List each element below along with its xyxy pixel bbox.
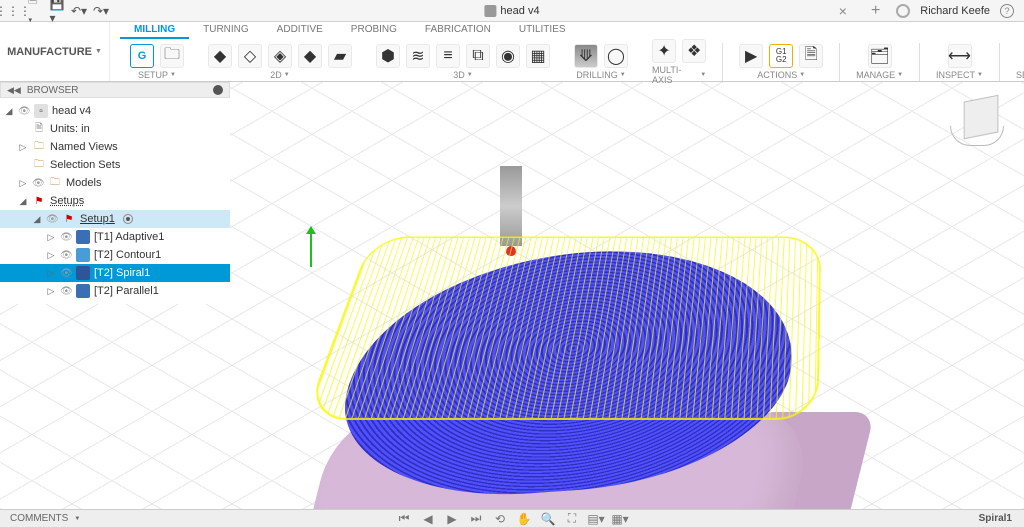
toolbar-tabs: MILLING TURNING ADDITIVE PROBING FABRICA… [110, 22, 1024, 39]
timeline-end-icon[interactable]: ⏭ [469, 512, 483, 526]
2d-contour-icon[interactable]: ◇ [238, 44, 262, 68]
comments-toggle[interactable]: COMMENTS [0, 513, 80, 524]
pan-icon[interactable]: ✋ [517, 512, 531, 526]
2d-face-icon[interactable]: ◆ [208, 44, 232, 68]
view-cube[interactable] [956, 92, 1006, 142]
tree-op-parallel[interactable]: ▷👁 [T2] Parallel1 [0, 282, 230, 300]
tool-spindle [500, 166, 522, 246]
group-drilling: ⟱ ◯ DRILLING [562, 44, 640, 80]
post-process-icon[interactable]: G1G2 [769, 44, 793, 68]
group-manage: 🗂 MANAGE [844, 44, 915, 80]
group-3d: ⬢ ≋ ≡ ⧉ ◉ ▦ 3D [364, 44, 562, 80]
tree-op-adaptive[interactable]: ▷👁 [T1] Adaptive1 [0, 228, 230, 246]
undo-icon[interactable]: ↶▾ [72, 4, 86, 18]
group-select: ↖ SELECT [1004, 44, 1024, 80]
tree-setups[interactable]: ◢⚑ Setups [0, 192, 230, 210]
tree-named-views[interactable]: ▷🗀 Named Views [0, 138, 230, 156]
tree-op-contour[interactable]: ▷👁 [T2] Contour1 [0, 246, 230, 264]
timeline-start-icon[interactable]: ⏮ [397, 512, 411, 526]
bottom-bar: COMMENTS ⏮ ◀ ▶ ⏭ ⟲ ✋ 🔍 ⛶ ▤▾ ▦▾ Spiral1 [0, 509, 1024, 527]
close-tab-icon[interactable]: × [831, 3, 855, 19]
3d-adaptive-icon[interactable]: ⬢ [376, 44, 400, 68]
hole-icon[interactable]: ◯ [604, 44, 628, 68]
tree-op-spiral[interactable]: ▷👁 [T2] Spiral1 [0, 264, 230, 282]
multiaxis-contour-icon[interactable]: ❖ [682, 39, 706, 63]
user-name[interactable]: Richard Keefe [920, 5, 990, 17]
2d-pocket-icon[interactable]: ▰ [328, 44, 352, 68]
group-2d: ◆ ◇ ◈ ◆ ▰ 2D [196, 44, 364, 80]
tab-fabrication[interactable]: FABRICATION [411, 22, 505, 39]
2d-trace-icon[interactable]: ◆ [298, 44, 322, 68]
tree-models[interactable]: ▷👁🗀 Models [0, 174, 230, 192]
save-icon[interactable]: 💾▾ [50, 4, 64, 18]
browser-options-icon[interactable] [213, 85, 223, 95]
fit-icon[interactable]: ⛶ [565, 512, 579, 526]
tab-utilities[interactable]: UTILITIES [505, 22, 580, 39]
tab-additive[interactable]: ADDITIVE [263, 22, 337, 39]
apps-grid-icon[interactable]: ⋮⋮⋮ [6, 4, 20, 18]
group-setup: G 🗀 SETUP [118, 44, 196, 80]
axis-gizmo [310, 227, 312, 267]
redo-icon[interactable]: ↷▾ [94, 4, 108, 18]
help-icon[interactable]: ? [1000, 4, 1014, 18]
tab-milling[interactable]: MILLING [120, 22, 189, 39]
3d-contour-icon[interactable]: ≡ [436, 44, 460, 68]
3d-ramp-icon[interactable]: ▦ [526, 44, 550, 68]
browser-title: BROWSER [27, 85, 79, 96]
tool-library-icon[interactable]: 🗂 [868, 44, 892, 68]
3d-horizontal-icon[interactable]: ≋ [406, 44, 430, 68]
simulate-icon[interactable]: ▶ [739, 44, 763, 68]
timeline-fwd-icon[interactable]: ▶ [445, 512, 459, 526]
job-status-icon[interactable] [896, 4, 910, 18]
group-multiaxis: ✦ ❖ MULTI-AXIS [640, 39, 718, 85]
active-setup-icon [123, 214, 133, 224]
document-tab[interactable]: head v4 [484, 5, 539, 17]
setup-sheet-icon[interactable]: 🗎 [799, 44, 823, 68]
setup-icon[interactable]: G [130, 44, 154, 68]
folder-setup-icon[interactable]: 🗀 [160, 44, 184, 68]
tree-root[interactable]: ◢👁▫ head v4 [0, 102, 230, 120]
title-bar: ⋮⋮⋮ 🗎▾ 💾▾ ↶▾ ↷▾ head v4 × + Richard Keef… [0, 0, 1024, 22]
browser-header[interactable]: ◀◀ BROWSER [0, 82, 230, 98]
tree-selection-sets[interactable]: 🗀 Selection Sets [0, 156, 230, 174]
display-settings-icon[interactable]: ▤▾ [589, 512, 603, 526]
drill-icon[interactable]: ⟱ [574, 44, 598, 68]
workspace-switcher[interactable]: MANUFACTURE [0, 22, 110, 81]
group-inspect: ⟷ INSPECT [924, 44, 995, 80]
doc-cube-icon [484, 5, 496, 17]
workspace-label: MANUFACTURE [0, 39, 111, 65]
browser-panel: ◀◀ BROWSER ◢👁▫ head v4 🗎 Units: in ▷🗀 Na… [0, 82, 230, 304]
zoom-icon[interactable]: 🔍 [541, 512, 555, 526]
tree-setup1[interactable]: ◢👁⚑ Setup1 [0, 210, 230, 228]
timeline-back-icon[interactable]: ◀ [421, 512, 435, 526]
2d-slot-icon[interactable]: ◈ [268, 44, 292, 68]
grid-settings-icon[interactable]: ▦▾ [613, 512, 627, 526]
main-toolbar: MANUFACTURE MILLING TURNING ADDITIVE PRO… [0, 22, 1024, 82]
3d-flat-icon[interactable]: ◉ [496, 44, 520, 68]
new-tab-icon[interactable]: + [865, 2, 886, 20]
model-preview [310, 232, 830, 509]
nav-tools: ⏮ ◀ ▶ ⏭ ⟲ ✋ 🔍 ⛶ ▤▾ ▦▾ [397, 512, 627, 526]
document-title: head v4 [500, 5, 539, 17]
tool-row: G 🗀 SETUP ◆ ◇ ◈ ◆ ▰ 2D ⬢ ≋ ≡ [110, 39, 1024, 85]
measure-icon[interactable]: ⟷ [948, 44, 972, 68]
status-text: Spiral1 [979, 513, 1024, 524]
browser-tree: ◢👁▫ head v4 🗎 Units: in ▷🗀 Named Views 🗀… [0, 98, 230, 304]
orbit-icon[interactable]: ⟲ [493, 512, 507, 526]
tab-turning[interactable]: TURNING [189, 22, 263, 39]
tab-probing[interactable]: PROBING [337, 22, 411, 39]
3d-parallel-icon[interactable]: ⧉ [466, 44, 490, 68]
file-icon[interactable]: 🗎▾ [28, 4, 42, 18]
collapse-icon[interactable]: ◀◀ [7, 85, 21, 96]
swarf-icon[interactable]: ✦ [652, 39, 676, 63]
group-actions: ▶ G1G2 🗎 ACTIONS [727, 44, 835, 80]
tree-units[interactable]: 🗎 Units: in [0, 120, 230, 138]
